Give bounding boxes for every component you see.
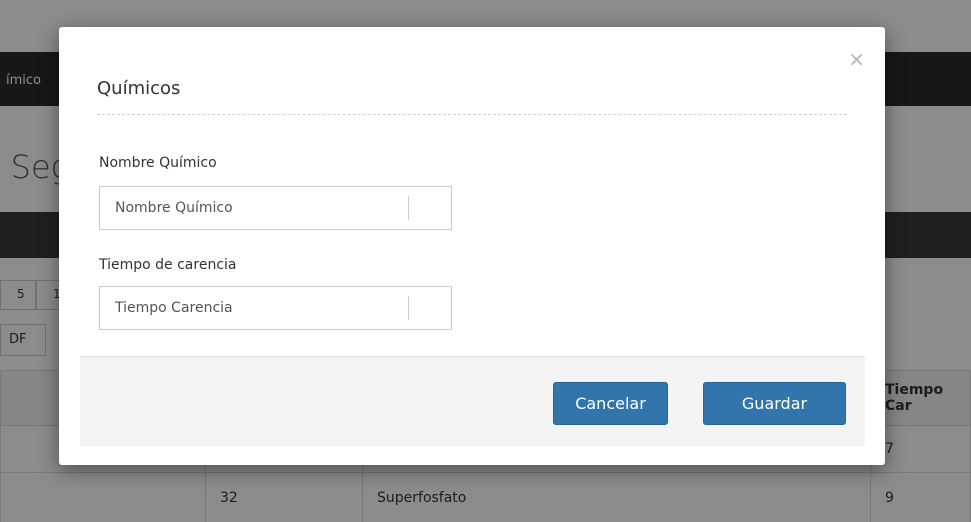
nombre-quimico-label: Nombre Químico [99, 155, 217, 171]
modal-footer: Cancelar Guardar [80, 356, 865, 446]
tiempo-carencia-input[interactable] [99, 286, 452, 330]
input-addon-divider [408, 296, 409, 320]
tiempo-carencia-label: Tiempo de carencia [99, 257, 237, 273]
cancel-button[interactable]: Cancelar [553, 382, 668, 425]
input-addon-divider [408, 196, 409, 220]
close-icon[interactable]: × [848, 49, 865, 69]
quimicos-modal: × Químicos Nombre Químico Tiempo de care… [59, 27, 885, 465]
save-button[interactable]: Guardar [703, 382, 846, 425]
nombre-quimico-input[interactable] [99, 186, 452, 230]
modal-title: Químicos [97, 78, 181, 99]
title-divider [97, 114, 847, 115]
